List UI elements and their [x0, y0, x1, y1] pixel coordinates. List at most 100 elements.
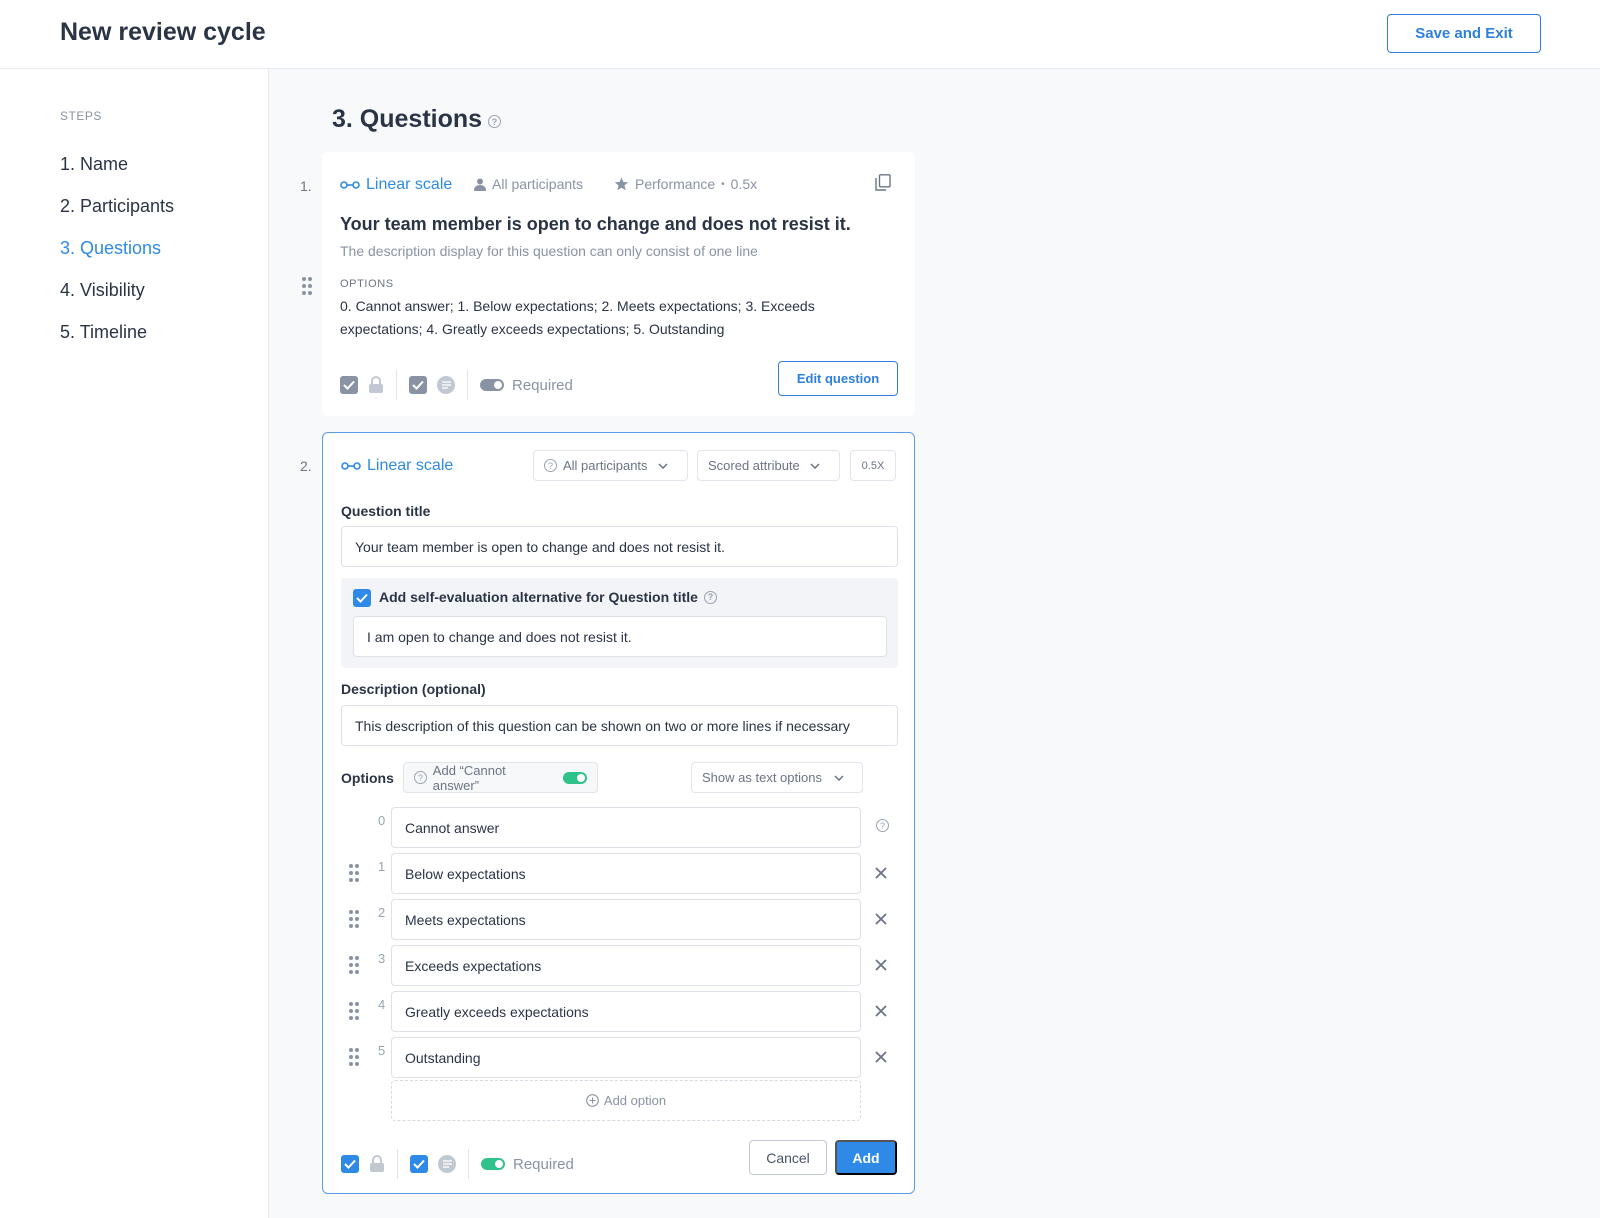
- step-participants[interactable]: 2. Participants: [60, 196, 174, 217]
- option-input[interactable]: Cannot answer: [391, 807, 861, 848]
- linear-scale-icon: [340, 181, 360, 189]
- question-type-label: Linear scale: [367, 457, 454, 474]
- option-index: 1: [378, 859, 386, 874]
- cannot-answer-toggle[interactable]: [563, 771, 587, 784]
- self-eval-checkbox[interactable]: [353, 589, 371, 607]
- participants-text: All participants: [492, 176, 584, 192]
- option-input[interactable]: Exceeds expectations: [391, 945, 861, 986]
- drag-handle-icon[interactable]: [349, 910, 359, 928]
- drag-handle-icon[interactable]: [349, 864, 359, 882]
- question-description: The description display for this questio…: [340, 243, 758, 259]
- options-label: OPTIONS: [340, 278, 394, 290]
- step-name[interactable]: 1. Name: [60, 154, 128, 175]
- steps-sidebar: STEPS 1. Name 2. Participants 3. Questio…: [0, 69, 269, 1218]
- cannot-answer-label: Add “Cannot answer”: [432, 762, 506, 793]
- help-icon: ?: [414, 771, 427, 784]
- self-eval-input[interactable]: I am open to change and does not resist …: [353, 616, 887, 657]
- weight-input[interactable]: 0.5X: [850, 450, 896, 481]
- divider: [467, 370, 468, 400]
- checkbox-icon[interactable]: [340, 376, 358, 394]
- top-bar: New review cycle Save and Exit: [0, 0, 1600, 69]
- options-summary: 0. Cannot answer; 1. Below expectations;…: [340, 298, 815, 337]
- drag-handle-icon[interactable]: [349, 1002, 359, 1020]
- weight-text: 0.5x: [730, 176, 758, 192]
- help-icon[interactable]: ?: [703, 590, 717, 604]
- person-icon: [474, 178, 486, 191]
- cannot-answer-toggle-pill[interactable]: ? Add “Cannot answer”: [403, 762, 598, 793]
- divider: [468, 1149, 469, 1179]
- question-title-input[interactable]: Your team member is open to change and d…: [341, 526, 898, 567]
- checkbox-icon[interactable]: [410, 1155, 428, 1173]
- option-index: 3: [378, 951, 386, 966]
- step-timeline[interactable]: 5. Timeline: [60, 322, 147, 343]
- options-label: Options: [341, 770, 394, 786]
- option-index: 5: [378, 1043, 386, 1058]
- attribute-select[interactable]: Scored attribute: [697, 450, 840, 481]
- self-eval-label: Add self-evaluation alternative for Ques…: [379, 589, 717, 605]
- option-input[interactable]: Greatly exceeds expectations: [391, 991, 861, 1032]
- section-title: 3. Questions ?: [332, 105, 502, 134]
- linear-scale-icon: [341, 462, 361, 470]
- remove-option-icon[interactable]: [875, 1005, 887, 1017]
- section-title-text: 3. Questions: [332, 105, 483, 133]
- display-mode-select[interactable]: Show as text options: [691, 762, 863, 793]
- option-index: 4: [378, 997, 386, 1012]
- step-questions[interactable]: 3. Questions: [60, 238, 161, 259]
- drag-handle-icon[interactable]: [302, 277, 312, 295]
- chevron-down-icon: [658, 462, 668, 469]
- lock-icon: [370, 1155, 384, 1172]
- comment-icon: [438, 1155, 456, 1173]
- category-meta: Performance • 0.5x: [614, 176, 757, 192]
- add-option-label: Add option: [603, 1093, 667, 1108]
- question-footer: Required: [340, 370, 573, 400]
- participants-meta: All participants: [474, 176, 583, 192]
- cancel-button[interactable]: Cancel: [749, 1140, 827, 1175]
- question-type: Linear scale: [341, 457, 453, 475]
- duplicate-icon[interactable]: [875, 174, 891, 191]
- question-number: 2.: [300, 458, 312, 474]
- option-index: 0: [378, 813, 386, 828]
- self-evaluation-box: Add self-evaluation alternative for Ques…: [341, 578, 898, 668]
- question-title-label: Question title: [341, 503, 431, 519]
- display-mode-value: Show as text options: [702, 770, 822, 785]
- checkbox-icon[interactable]: [409, 376, 427, 394]
- help-icon[interactable]: ?: [876, 819, 889, 832]
- plus-circle-icon: [586, 1094, 599, 1107]
- remove-option-icon[interactable]: [875, 867, 887, 879]
- option-input[interactable]: Below expectations: [391, 853, 861, 894]
- question-type-label: Linear scale: [366, 176, 453, 193]
- help-icon[interactable]: ?: [488, 115, 502, 128]
- required-toggle[interactable]: [480, 379, 504, 391]
- help-icon: ?: [544, 459, 557, 472]
- divider: [397, 1149, 398, 1179]
- self-eval-label-text: Add self-evaluation alternative for Ques…: [379, 589, 698, 605]
- remove-option-icon[interactable]: [875, 913, 887, 925]
- chevron-down-icon: [810, 462, 820, 469]
- add-option-button[interactable]: Add option: [391, 1080, 861, 1121]
- bullet-separator: •: [721, 178, 725, 190]
- option-index: 2: [378, 905, 386, 920]
- steps-label: STEPS: [60, 109, 102, 123]
- save-and-exit-button[interactable]: Save and Exit: [1387, 14, 1541, 53]
- remove-option-icon[interactable]: [875, 959, 887, 971]
- participants-select-value: All participants: [563, 458, 648, 473]
- description-input[interactable]: This description of this question can be…: [341, 705, 898, 746]
- attribute-select-value: Scored attribute: [708, 458, 800, 473]
- option-input[interactable]: Meets expectations: [391, 899, 861, 940]
- remove-option-icon[interactable]: [875, 1051, 887, 1063]
- checkbox-icon[interactable]: [341, 1155, 359, 1173]
- star-icon: [614, 177, 629, 191]
- page-title: New review cycle: [60, 18, 266, 46]
- required-label: Required: [513, 1155, 574, 1173]
- comment-icon: [437, 376, 455, 394]
- drag-handle-icon[interactable]: [349, 956, 359, 974]
- participants-select[interactable]: ? All participants: [533, 450, 688, 481]
- required-toggle[interactable]: [481, 1158, 505, 1170]
- edit-question-button[interactable]: Edit question: [778, 361, 898, 396]
- question-card-1: Linear scale All participants Performanc…: [322, 152, 915, 416]
- add-button[interactable]: Add: [835, 1140, 897, 1175]
- question-number: 1.: [300, 178, 312, 194]
- step-visibility[interactable]: 4. Visibility: [60, 280, 145, 301]
- drag-handle-icon[interactable]: [349, 1048, 359, 1066]
- option-input[interactable]: Outstanding: [391, 1037, 861, 1078]
